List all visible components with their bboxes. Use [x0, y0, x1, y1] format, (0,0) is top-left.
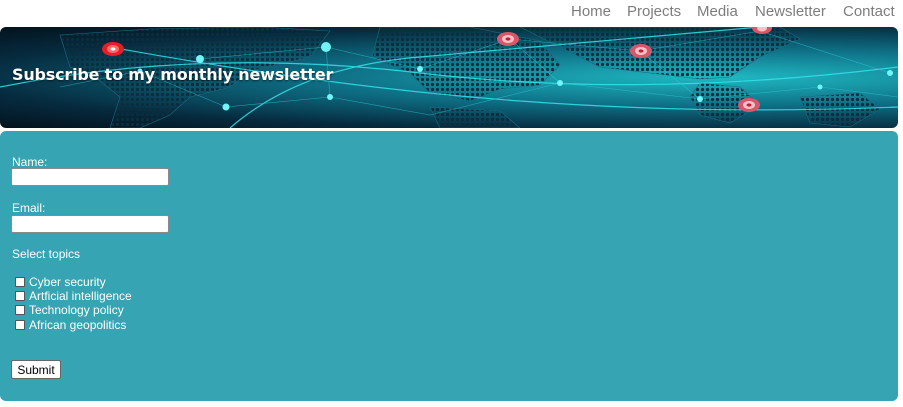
newsletter-form: Name: Email: Select topics Cyber securit… — [0, 131, 898, 401]
topic-label: Cyber security — [29, 275, 106, 289]
topic-checkbox[interactable] — [15, 305, 25, 315]
top-nav: Home Projects Media Newsletter Contact — [0, 0, 903, 24]
topic-checkbox[interactable] — [15, 277, 25, 287]
submit-button[interactable]: Submit — [11, 360, 61, 379]
email-label: Email: — [12, 201, 46, 215]
nav-link-projects[interactable]: Projects — [627, 3, 681, 20]
nav-link-newsletter[interactable]: Newsletter — [755, 3, 826, 20]
name-label: Name: — [12, 155, 48, 169]
topic-option-technology-policy: Technology policy — [14, 303, 124, 317]
topic-checkbox[interactable] — [15, 320, 25, 330]
topic-option-african-geopolitics: African geopolitics — [14, 318, 126, 332]
nav-link-media[interactable]: Media — [697, 3, 738, 20]
newsletter-banner: Subscribe to my monthly newsletter — [0, 27, 898, 128]
nav-link-home[interactable]: Home — [571, 3, 611, 20]
email-field[interactable] — [11, 215, 169, 233]
topics-heading: Select topics — [12, 247, 81, 261]
name-field[interactable] — [11, 168, 169, 186]
topic-option-cyber-security: Cyber security — [14, 275, 106, 289]
page-title: Subscribe to my monthly newsletter — [12, 65, 334, 84]
topic-label: Artficial intelligence — [29, 289, 132, 303]
topic-checkbox[interactable] — [15, 291, 25, 301]
topic-label: Technology policy — [29, 303, 124, 317]
topic-label: African geopolitics — [29, 318, 127, 332]
nav-link-contact[interactable]: Contact — [843, 3, 895, 20]
topic-option-artificial-intelligence: Artficial intelligence — [14, 289, 132, 303]
